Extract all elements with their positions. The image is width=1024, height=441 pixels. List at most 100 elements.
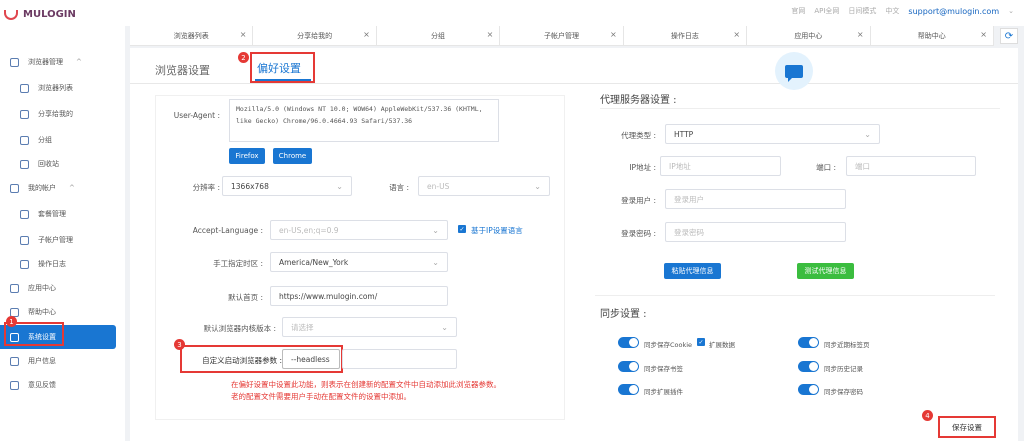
theme-toggle[interactable]: 日间模式 (848, 6, 876, 16)
close-icon[interactable]: × (733, 30, 740, 39)
chevron-down-icon: ⌄ (864, 129, 871, 139)
ip-label: IP地址 : (629, 163, 656, 172)
accept-language-label: Accept-Language : (192, 226, 263, 235)
custom-args-input-extension[interactable] (342, 349, 457, 369)
proxy-pass-input[interactable]: 登录密码 (665, 222, 846, 242)
accept-language-select[interactable]: en-US,en;q=0.9 ⌄ (270, 220, 448, 240)
sidebar-item-groups[interactable]: 分组 (0, 128, 116, 152)
language-switch[interactable]: 中文 (885, 6, 899, 16)
sync-history-label: 同步历史记录 (824, 365, 863, 373)
tab-app-center[interactable]: 应用中心 × (747, 26, 871, 46)
resolution-label: 分辨率 : (192, 183, 220, 192)
tab-logs[interactable]: 操作日志 × (623, 26, 748, 46)
top-links: 官网 API全网 日间模式 中文 support@mulogin.com ⌄ (791, 6, 1014, 16)
sync-passwords-toggle[interactable] (798, 384, 819, 395)
sidebar-item-browser-list[interactable]: 浏览器列表 (0, 76, 116, 100)
language-select[interactable]: en-US ⌄ (418, 176, 550, 196)
custom-args-input[interactable]: --headless (282, 349, 340, 369)
sidebar-item-help[interactable]: 帮助中心 (0, 300, 116, 324)
tab-subaccounts[interactable]: 子帐户管理 × (500, 26, 624, 46)
chevron-down-icon[interactable]: ⌄ (1008, 7, 1014, 15)
sidebar-item-feedback[interactable]: 意见反馈 (0, 373, 116, 397)
user-icon (10, 356, 19, 366)
note-line-2: 老的配置文件需要用户手动在配置文件的设置中添加。 (231, 392, 411, 401)
sync-bookmarks-toggle[interactable] (618, 361, 639, 372)
tab-browser-list[interactable]: 浏览器列表 × (130, 26, 254, 46)
custom-args-label: 自定义启动浏览器参数 : (202, 356, 282, 365)
sidebar-item-user-info[interactable]: 用户信息 (0, 349, 116, 373)
sync-tabs-toggle[interactable] (798, 337, 819, 348)
paste-proxy-button[interactable]: 粘贴代理信息 (664, 263, 721, 279)
language-label: 语言 : (389, 183, 409, 192)
ip-language-checkbox[interactable]: ✓ (458, 225, 466, 233)
chevron-down-icon: ⌄ (441, 322, 448, 332)
proxy-pass-label: 登录密码 : (621, 229, 656, 238)
account-email[interactable]: support@mulogin.com (908, 7, 999, 16)
tab-bar: 浏览器列表 × 分享给我的 × 分组 × 子帐户管理 × 操作日志 × 应用中心 × 帮助中… (130, 26, 994, 46)
refresh-icon[interactable]: ⟳ (1000, 28, 1018, 44)
kernel-version-select[interactable]: 请选择 ⌄ (282, 317, 457, 337)
chat-icon[interactable] (775, 52, 813, 90)
note-line-1: 在偏好设置中设置此功能，则表示在创建新的配置文件中自动添加此浏览器参数。 (231, 380, 501, 389)
logo: MULOGIN (4, 9, 76, 20)
api-link[interactable]: API全网 (814, 6, 839, 16)
marker-3: 3 (174, 339, 185, 350)
sidebar-item-subaccounts[interactable]: 子帐户管理 (0, 228, 116, 252)
chevron-down-icon: ⌄ (336, 181, 343, 191)
brand-name: MULOGIN (23, 9, 76, 20)
firefox-button[interactable]: Firefox (229, 148, 265, 164)
sync-history-toggle[interactable] (798, 361, 819, 372)
sidebar-item-my-account[interactable]: 我的帐户 ^ (0, 176, 116, 200)
resolution-select[interactable]: 1366x768 ⌄ (222, 176, 352, 196)
proxy-type-label: 代理类型 : (621, 131, 656, 140)
user-agent-textarea[interactable]: Mozilla/5.0 (Windows NT 10.0; WOW64) App… (229, 99, 499, 142)
close-icon[interactable]: × (363, 30, 370, 39)
users-icon (20, 235, 29, 245)
sidebar-item-logs[interactable]: 操作日志 (0, 252, 116, 276)
sidebar-item-plans[interactable]: 套餐管理 (0, 202, 116, 226)
ua-label: User-Agent : (173, 111, 220, 120)
group-icon (20, 135, 29, 145)
tab-browser-settings[interactable]: 浏览器设置 (155, 62, 210, 78)
marker-1: 1 (6, 316, 17, 327)
proxy-user-label: 登录用户 : (621, 196, 656, 205)
share-icon (20, 109, 29, 119)
sidebar-item-browser-management[interactable]: 浏览器管理 ^ (0, 50, 116, 74)
timezone-select[interactable]: America/New_York ⌄ (270, 252, 448, 272)
sync-passwords-label: 同步保存密码 (824, 388, 863, 396)
proxy-title: 代理服务器设置 : (600, 95, 677, 106)
ip-input[interactable]: IP地址 (660, 156, 781, 176)
sync-divider (595, 295, 995, 296)
sync-tabs-label: 同步近期标签页 (824, 341, 870, 349)
save-settings-button[interactable]: 保存设置 (938, 416, 996, 438)
home-link[interactable]: 官网 (791, 6, 805, 16)
timezone-label: 手工指定时区 : (213, 259, 263, 268)
close-icon[interactable]: × (610, 30, 617, 39)
extension-data-checkbox[interactable]: ✓ (697, 338, 705, 346)
close-icon[interactable]: × (857, 30, 864, 39)
sync-extensions-toggle[interactable] (618, 384, 639, 395)
close-icon[interactable]: × (980, 30, 987, 39)
plan-icon (20, 209, 29, 219)
homepage-label: 默认首页 : (228, 293, 263, 302)
highlight-box-2 (250, 52, 315, 83)
close-icon[interactable]: × (487, 30, 494, 39)
chrome-button[interactable]: Chrome (273, 148, 312, 164)
port-input[interactable]: 端口 (846, 156, 976, 176)
port-label: 端口 : (816, 163, 836, 172)
test-proxy-button[interactable]: 测试代理信息 (797, 263, 854, 279)
sidebar-item-recycle[interactable]: 回收站 (0, 152, 116, 176)
sidebar-item-app-center[interactable]: 应用中心 (0, 276, 116, 300)
tab-shared[interactable]: 分享给我的 × (253, 26, 377, 46)
proxy-divider (600, 108, 1000, 109)
tab-groups[interactable]: 分组 × (376, 26, 501, 46)
close-icon[interactable]: × (240, 30, 247, 39)
sync-cookie-toggle[interactable] (618, 337, 639, 348)
homepage-input[interactable]: https://www.mulogin.com/ (270, 286, 448, 306)
tab-help[interactable]: 帮助中心 × (870, 26, 994, 46)
sidebar-item-shared[interactable]: 分享给我的 (0, 102, 116, 126)
apps-icon (10, 283, 19, 293)
logo-icon (4, 9, 18, 20)
proxy-user-input[interactable]: 登录用户 (665, 189, 846, 209)
proxy-type-select[interactable]: HTTP ⌄ (665, 124, 880, 144)
